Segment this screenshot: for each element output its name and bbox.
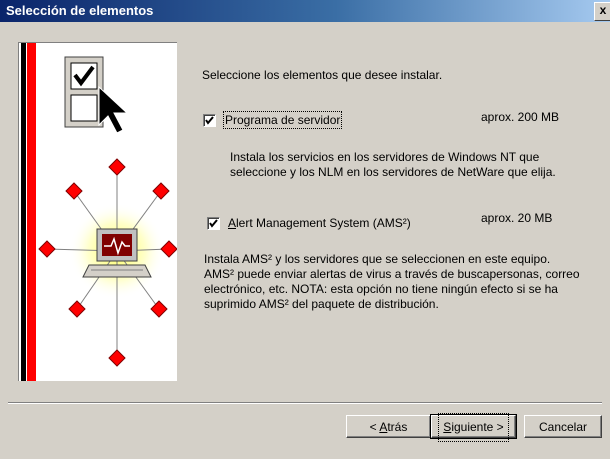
window-title: Selección de elementos — [6, 3, 154, 18]
back-button[interactable]: < Atrás — [346, 415, 431, 438]
title-bar[interactable]: Selección de elementos x — [0, 0, 610, 22]
close-button[interactable]: x — [594, 2, 610, 21]
server-program-size: aprox. 200 MB — [481, 110, 560, 124]
button-separator — [8, 402, 602, 404]
ams-size: aprox. 20 MB — [481, 211, 553, 225]
back-button-prefix: < — [369, 420, 380, 434]
instruction-text: Seleccione los elementos que desee insta… — [202, 68, 443, 82]
cancel-button-label: Cancelar — [538, 420, 588, 434]
ams-description: Instala AMS² y los servidores que se sel… — [204, 252, 580, 311]
ams-label-rest: lert Management System (AMS²) — [236, 216, 411, 230]
ams-label[interactable]: Alert Management System (AMS²) — [228, 216, 411, 230]
install-dialog: Selección de elementos x Seleccione los … — [0, 0, 610, 459]
ams-checkbox[interactable] — [207, 217, 220, 230]
wizard-illustration — [18, 42, 177, 381]
install-wizard-illustration-icon — [21, 43, 177, 381]
cancel-button[interactable]: Cancelar — [524, 415, 602, 438]
ams-label-mnemonic: A — [228, 216, 237, 230]
checkmark-icon — [209, 219, 218, 228]
next-button-label: iguiente > — [451, 420, 504, 434]
back-button-label: trás — [387, 420, 408, 434]
next-button[interactable]: Siguiente > — [430, 413, 517, 442]
close-icon: x — [599, 3, 607, 17]
server-program-checkbox[interactable] — [203, 114, 216, 127]
server-program-label[interactable]: Programa de servidor — [222, 111, 343, 129]
checkmark-icon — [205, 116, 214, 125]
server-program-description: Instala los servicios en los servidores … — [230, 150, 556, 179]
